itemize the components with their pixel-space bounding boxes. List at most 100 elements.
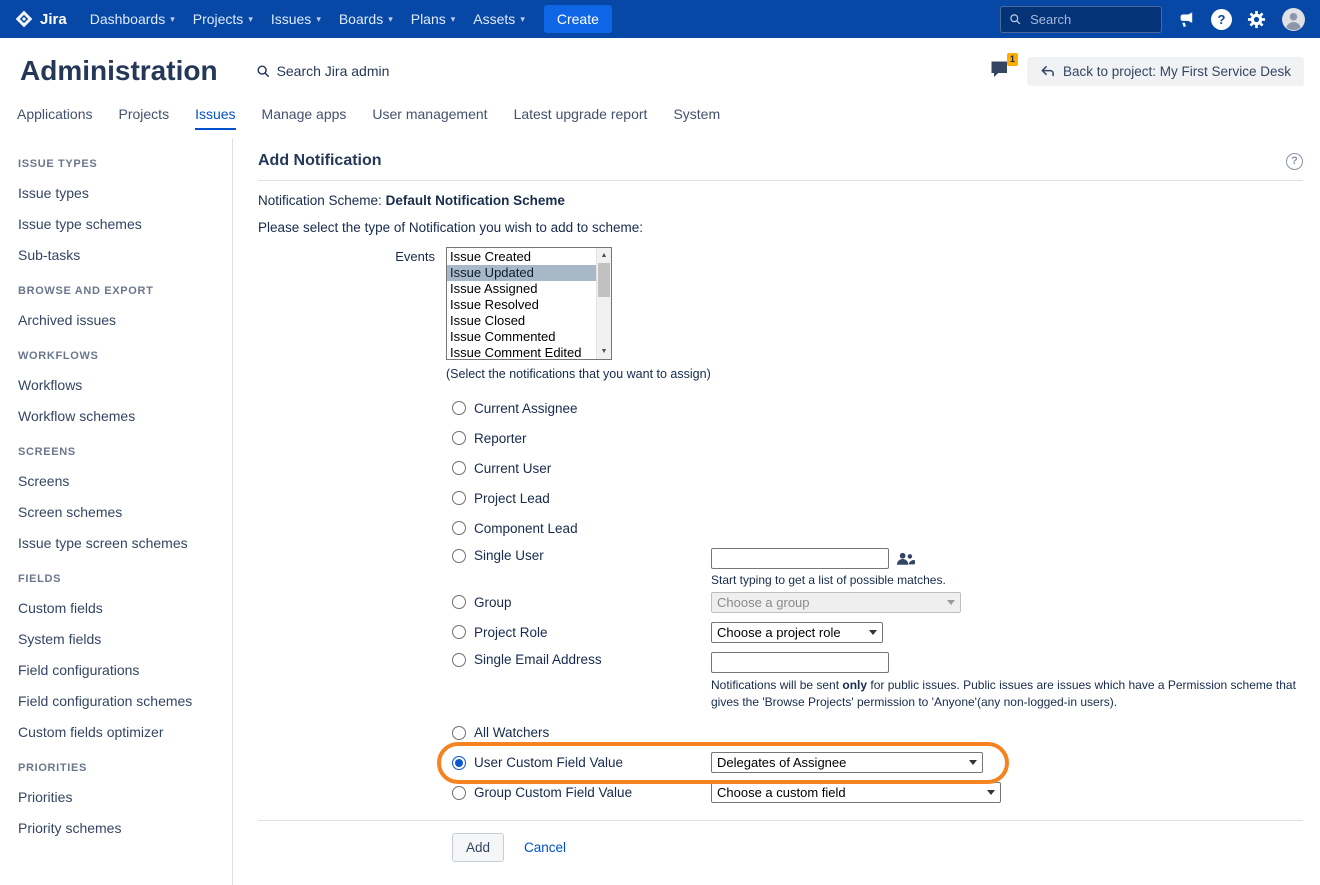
user-custom-field-select[interactable]: Delegates of Assignee: [711, 752, 983, 773]
radio-project-role[interactable]: [452, 625, 466, 639]
event-option[interactable]: Issue Comment Edited: [447, 345, 596, 359]
tab-user-management[interactable]: User management: [372, 104, 487, 130]
radio-all-watchers[interactable]: [452, 726, 466, 740]
admin-header: Administration Search Jira admin 1 Back …: [0, 38, 1320, 104]
option-label[interactable]: Project Lead: [474, 491, 550, 506]
event-option[interactable]: Issue Assigned: [447, 281, 596, 297]
listbox-scrollbar[interactable]: ▲ ▼: [596, 248, 611, 359]
nav-item-plans[interactable]: Plans▾: [402, 0, 465, 38]
option-label[interactable]: All Watchers: [474, 725, 549, 740]
nav-label: Projects: [193, 11, 244, 27]
option-row: Current User: [452, 453, 1303, 483]
nav-item-projects[interactable]: Projects▾: [184, 0, 262, 38]
cancel-link[interactable]: Cancel: [524, 840, 566, 855]
jira-home-link[interactable]: Jira: [14, 9, 67, 29]
option-label[interactable]: Group Custom Field Value: [474, 785, 632, 800]
sidebar-item-sub-tasks[interactable]: Sub-tasks: [18, 247, 224, 263]
top-navbar: Jira Dashboards▾ Projects▾ Issues▾ Board…: [0, 0, 1320, 38]
sidebar-item-workflows[interactable]: Workflows: [18, 377, 224, 393]
sidebar-item-screen-schemes[interactable]: Screen schemes: [18, 504, 224, 520]
sidebar-item-issue-type-screen-schemes[interactable]: Issue type screen schemes: [18, 535, 224, 551]
sidebar-item-custom-fields[interactable]: Custom fields: [18, 600, 224, 616]
scroll-up-icon[interactable]: ▲: [597, 248, 611, 263]
nav-item-assets[interactable]: Assets▾: [464, 0, 534, 38]
option-row: All Watchers: [452, 718, 1303, 748]
sidebar-item-custom-fields-optimizer[interactable]: Custom fields optimizer: [18, 724, 224, 740]
sidebar-item-issue-types[interactable]: Issue types: [18, 185, 224, 201]
event-option[interactable]: Issue Resolved: [447, 297, 596, 313]
radio-single-email-address[interactable]: [452, 653, 466, 667]
back-to-project-label: Back to project: My First Service Desk: [1063, 64, 1291, 79]
event-option[interactable]: Issue Created: [447, 249, 596, 265]
radio-reporter[interactable]: [452, 431, 466, 445]
tab-applications[interactable]: Applications: [17, 104, 93, 130]
events-listbox[interactable]: Issue Created Issue Updated Issue Assign…: [446, 247, 612, 360]
tab-latest-upgrade-report[interactable]: Latest upgrade report: [514, 104, 648, 130]
chevron-down-icon: ▾: [170, 14, 175, 25]
megaphone-icon[interactable]: [1177, 10, 1196, 29]
sidebar-item-priorities[interactable]: Priorities: [18, 789, 224, 805]
radio-current-user[interactable]: [452, 461, 466, 475]
gear-icon[interactable]: [1247, 10, 1266, 29]
scheme-line: Notification Scheme: Default Notificatio…: [258, 193, 1303, 208]
tab-issues[interactable]: Issues: [195, 104, 235, 130]
sidebar-item-field-configurations[interactable]: Field configurations: [18, 662, 224, 678]
tab-manage-apps[interactable]: Manage apps: [262, 104, 347, 130]
scroll-down-icon[interactable]: ▼: [597, 344, 611, 359]
global-search-input[interactable]: [1028, 11, 1153, 28]
option-label[interactable]: Current Assignee: [474, 401, 578, 416]
radio-project-lead[interactable]: [452, 491, 466, 505]
single-email-input[interactable]: [711, 652, 889, 673]
nav-item-boards[interactable]: Boards▾: [330, 0, 402, 38]
help-icon[interactable]: ?: [1211, 9, 1232, 30]
sidebar-item-system-fields[interactable]: System fields: [18, 631, 224, 647]
sidebar-item-screens[interactable]: Screens: [18, 473, 224, 489]
option-label[interactable]: Single User: [474, 548, 544, 563]
option-label[interactable]: Group: [474, 595, 512, 610]
event-option[interactable]: Issue Closed: [447, 313, 596, 329]
sidebar-item-priority-schemes[interactable]: Priority schemes: [18, 820, 224, 836]
admin-search[interactable]: Search Jira admin: [256, 63, 390, 79]
option-label[interactable]: User Custom Field Value: [474, 755, 623, 770]
user-picker-icon[interactable]: [896, 551, 915, 567]
group-select[interactable]: Choose a group: [711, 592, 961, 613]
create-button[interactable]: Create: [544, 5, 612, 33]
option-label[interactable]: Component Lead: [474, 521, 578, 536]
scrollbar-thumb[interactable]: [598, 263, 610, 297]
project-role-select[interactable]: Choose a project role: [711, 622, 883, 643]
radio-user-custom-field-value[interactable]: [452, 756, 466, 770]
sidebar-item-issue-type-schemes[interactable]: Issue type schemes: [18, 216, 224, 232]
radio-single-user[interactable]: [452, 549, 466, 563]
tab-system[interactable]: System: [673, 104, 720, 130]
sidebar-item-workflow-schemes[interactable]: Workflow schemes: [18, 408, 224, 424]
option-label[interactable]: Reporter: [474, 431, 527, 446]
single-user-input[interactable]: [711, 548, 889, 569]
back-to-project-button[interactable]: Back to project: My First Service Desk: [1027, 57, 1304, 86]
email-note: Notifications will be sent only for publ…: [711, 677, 1303, 712]
feedback-icon[interactable]: 1: [989, 59, 1015, 83]
section-help-icon[interactable]: ?: [1286, 153, 1303, 170]
add-button[interactable]: Add: [452, 833, 504, 862]
tab-projects[interactable]: Projects: [119, 104, 170, 130]
sidebar-item-field-configuration-schemes[interactable]: Field configuration schemes: [18, 693, 224, 709]
scrollbar-track[interactable]: [597, 263, 611, 344]
avatar[interactable]: [1281, 7, 1306, 32]
group-custom-field-select[interactable]: Choose a custom field: [711, 782, 1001, 803]
chevron-down-icon: [869, 630, 877, 635]
radio-component-lead[interactable]: [452, 521, 466, 535]
radio-group-custom-field-value[interactable]: [452, 786, 466, 800]
sidebar-section-fields: FIELDS: [18, 573, 224, 585]
sidebar-item-archived-issues[interactable]: Archived issues: [18, 312, 224, 328]
event-option-selected[interactable]: Issue Updated: [447, 265, 596, 281]
events-hint: (Select the notifications that you want …: [446, 367, 1303, 381]
option-label[interactable]: Current User: [474, 461, 551, 476]
nav-item-issues[interactable]: Issues▾: [262, 0, 330, 38]
nav-item-dashboards[interactable]: Dashboards▾: [81, 0, 184, 38]
option-label[interactable]: Project Role: [474, 625, 548, 640]
notification-badge: 1: [1007, 53, 1018, 66]
event-option[interactable]: Issue Commented: [447, 329, 596, 345]
radio-current-assignee[interactable]: [452, 401, 466, 415]
global-search[interactable]: [1000, 6, 1162, 33]
radio-group[interactable]: [452, 595, 466, 609]
option-label[interactable]: Single Email Address: [474, 652, 602, 667]
